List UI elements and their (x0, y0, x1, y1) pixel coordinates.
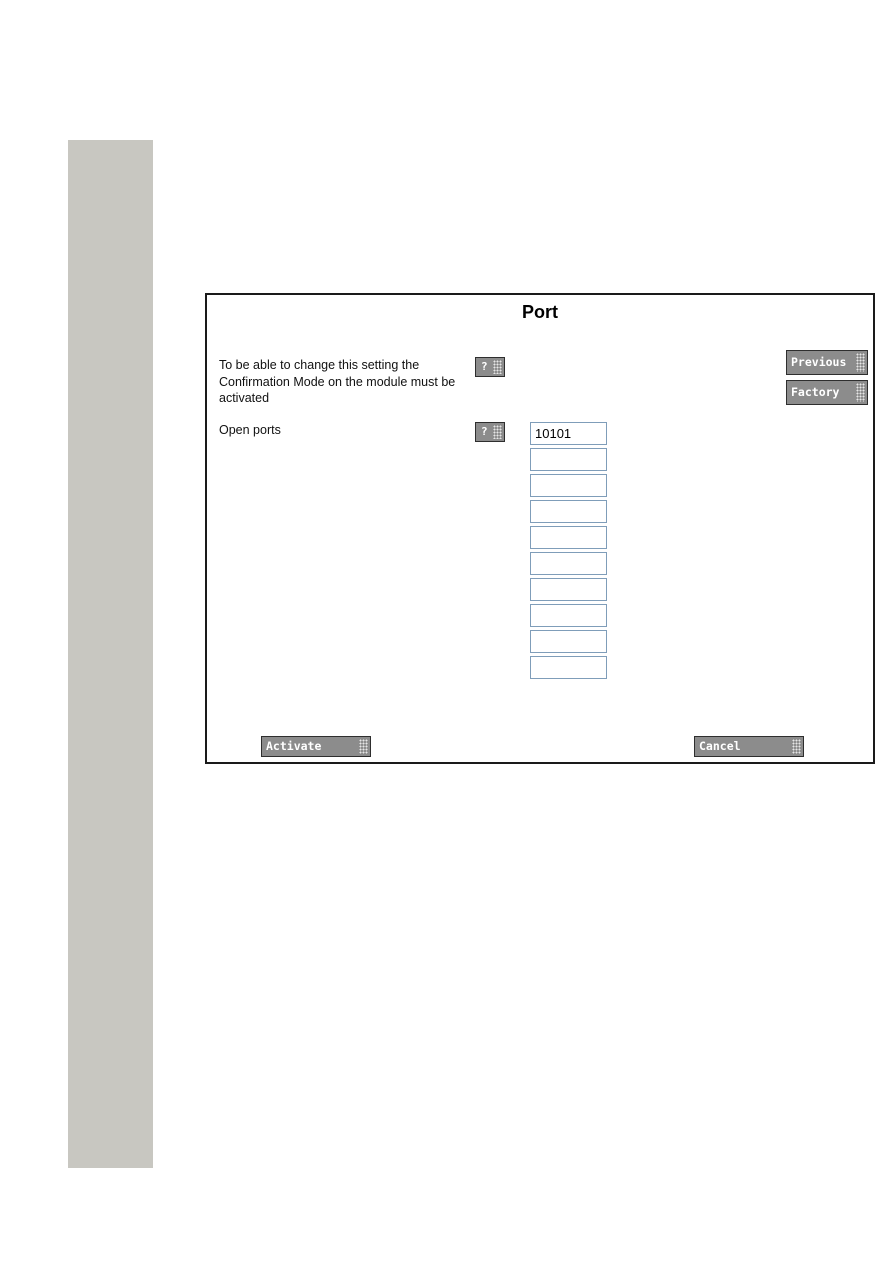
factory-button-label: Factory (791, 385, 840, 399)
port-settings-panel: Port To be able to change this setting t… (205, 293, 875, 764)
previous-button-label: Previous (791, 355, 847, 369)
page-title: Port (522, 302, 558, 322)
help-icon: ? (481, 425, 488, 438)
left-sidebar-band (68, 140, 153, 1168)
cancel-button[interactable]: Cancel (694, 736, 804, 757)
previous-button[interactable]: Previous (786, 350, 868, 375)
activate-button-label: Activate (266, 739, 322, 753)
grip-dots-icon (856, 353, 865, 372)
help-button-confirmation[interactable]: ? (475, 357, 505, 377)
open-port-input-7[interactable] (530, 578, 607, 601)
open-port-input-10[interactable] (530, 656, 607, 679)
help-icon: ? (481, 360, 488, 373)
help-button-open-ports[interactable]: ? (475, 422, 505, 442)
open-port-input-9[interactable] (530, 630, 607, 653)
open-port-input-1[interactable] (530, 422, 607, 445)
open-port-input-3[interactable] (530, 474, 607, 497)
open-port-input-6[interactable] (530, 552, 607, 575)
open-port-input-5[interactable] (530, 526, 607, 549)
grip-dots-icon (856, 383, 865, 402)
cancel-button-label: Cancel (699, 739, 741, 753)
factory-button[interactable]: Factory (786, 380, 868, 405)
confirmation-mode-label: To be able to change this setting the Co… (219, 358, 456, 405)
open-port-input-8[interactable] (530, 604, 607, 627)
activate-button[interactable]: Activate (261, 736, 371, 757)
grip-dots-icon (792, 739, 801, 754)
open-port-input-2[interactable] (530, 448, 607, 471)
grip-dots-icon (359, 739, 368, 754)
open-port-input-4[interactable] (530, 500, 607, 523)
open-ports-label: Open ports (219, 423, 281, 437)
grip-dots-icon (493, 425, 502, 439)
grip-dots-icon (493, 360, 502, 374)
